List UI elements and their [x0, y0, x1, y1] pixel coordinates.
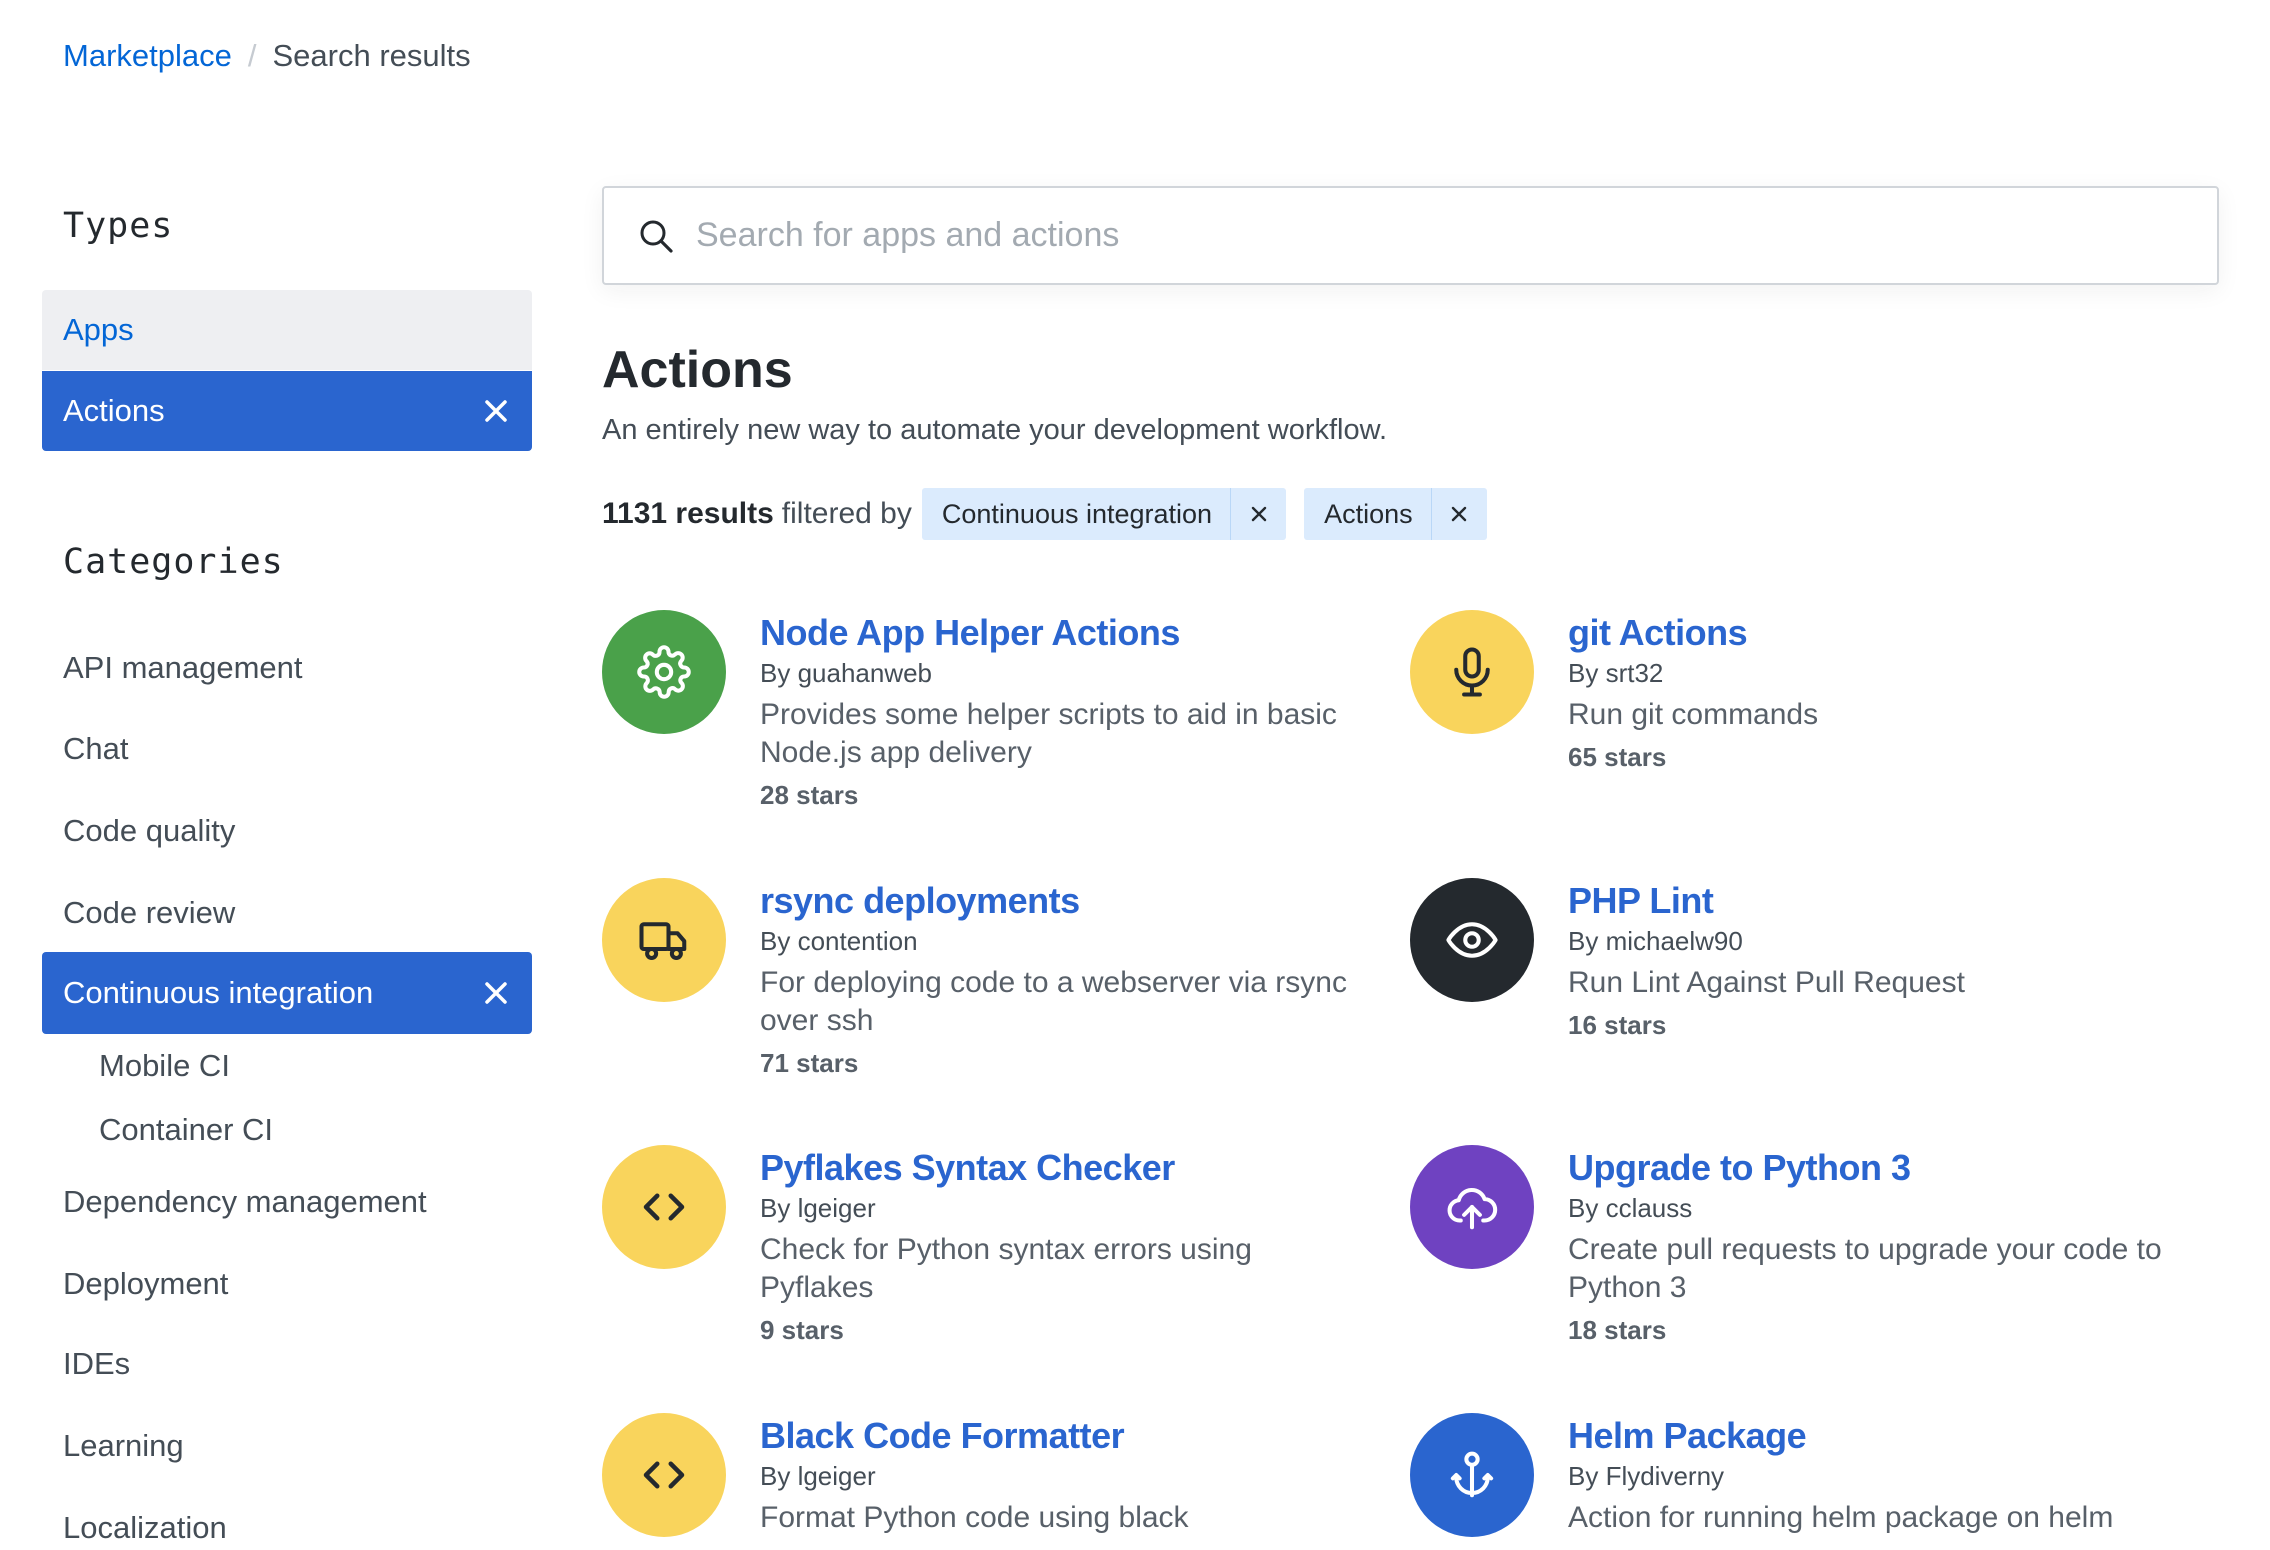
breadcrumb: Marketplace / Search results [63, 38, 471, 74]
action-stars: 18 stars [1568, 1315, 1667, 1345]
action-badge [1410, 610, 1534, 734]
action-description: Action for running helm package on helm [1568, 1501, 2114, 1534]
category-localization[interactable]: Localization [63, 1510, 227, 1546]
action-title[interactable]: Helm Package [1568, 1415, 2178, 1457]
category-chat[interactable]: Chat [63, 731, 128, 767]
action-author: By contention [760, 926, 918, 956]
remove-filter-button[interactable] [1430, 488, 1487, 540]
action-stars: 28 stars [760, 780, 859, 810]
action-badge [602, 610, 726, 734]
action-badge [1410, 878, 1534, 1002]
action-description: Run git commands [1568, 698, 1819, 731]
category-mobile-ci[interactable]: Mobile CI [99, 1048, 230, 1084]
type-item-apps[interactable]: Apps [42, 290, 532, 370]
category-code-review[interactable]: Code review [63, 895, 235, 931]
filter-chip-label: Actions [1324, 498, 1413, 529]
results-summary: 1131 results filtered by Continuous inte… [602, 488, 1487, 540]
categories-heading: Categories [63, 542, 284, 582]
breadcrumb-separator: / [247, 38, 257, 73]
action-author: By Flydiverny [1568, 1461, 1725, 1491]
close-icon [1251, 506, 1266, 522]
action-badge [602, 1145, 726, 1269]
action-description: Create pull requests to upgrade your cod… [1568, 1233, 2162, 1304]
action-title[interactable]: Upgrade to Python 3 [1568, 1147, 2178, 1189]
action-title[interactable]: PHP Lint [1568, 880, 2178, 922]
action-badge [1410, 1145, 1534, 1269]
cloud-upload-icon [1447, 1188, 1498, 1230]
action-title[interactable]: Pyflakes Syntax Checker [760, 1147, 1370, 1189]
action-title[interactable]: Black Code Formatter [760, 1415, 1370, 1457]
truck-icon [639, 922, 687, 961]
category-learning[interactable]: Learning [63, 1428, 184, 1464]
category-deployment[interactable]: Deployment [63, 1266, 228, 1302]
category-continuous-integration[interactable]: Continuous integration [42, 952, 532, 1034]
filter-chip-actions: Actions [1304, 488, 1487, 540]
close-icon[interactable] [482, 397, 510, 425]
action-description: For deploying code to a webserver via rs… [760, 966, 1347, 1037]
type-item-label: Apps [63, 312, 134, 347]
action-title[interactable]: rsync deployments [760, 880, 1370, 922]
category-container-ci[interactable]: Container CI [99, 1112, 273, 1148]
category-api-management[interactable]: API management [63, 650, 303, 686]
types-heading: Types [63, 206, 174, 246]
action-author: By cclauss [1568, 1193, 1693, 1223]
action-badge [602, 1413, 726, 1537]
action-description: Format Python code using black [760, 1501, 1189, 1534]
action-title[interactable]: git Actions [1568, 612, 2178, 654]
breadcrumb-current: Search results [272, 38, 471, 73]
action-description: Check for Python syntax errors using Pyf… [760, 1233, 1252, 1304]
search-icon [640, 220, 673, 253]
code-icon [643, 1461, 685, 1489]
type-item-label: Actions [63, 393, 165, 428]
page-subtitle: An entirely new way to automate your dev… [602, 414, 1388, 446]
gear-icon [637, 645, 691, 699]
microphone-icon [1454, 647, 1490, 697]
category-label: Continuous integration [63, 975, 374, 1010]
action-title[interactable]: Node App Helper Actions [760, 612, 1370, 654]
results-count: 1131 results [602, 497, 774, 530]
search-box[interactable] [602, 186, 2219, 285]
action-stars: 9 stars [760, 1315, 844, 1345]
filter-chip-label: Continuous integration [941, 498, 1213, 529]
category-dependency-management[interactable]: Dependency management [63, 1184, 427, 1220]
action-description: Provides some helper scripts to aid in b… [760, 698, 1337, 769]
code-icon [643, 1193, 685, 1221]
page-title: Actions [602, 341, 793, 399]
action-badge [1410, 1413, 1534, 1537]
action-author: By lgeiger [760, 1461, 876, 1491]
action-badge [602, 878, 726, 1002]
breadcrumb-marketplace-link[interactable]: Marketplace [63, 38, 232, 74]
action-author: By lgeiger [760, 1193, 876, 1223]
remove-filter-button[interactable] [1230, 488, 1286, 540]
action-stars: 71 stars [760, 1048, 859, 1078]
action-author: By michaelw90 [1568, 926, 1743, 956]
close-icon [1451, 506, 1467, 522]
category-ides[interactable]: IDEs [63, 1346, 130, 1382]
close-icon[interactable] [482, 979, 510, 1007]
category-code-quality[interactable]: Code quality [63, 813, 235, 849]
anchor-icon [1450, 1451, 1494, 1498]
type-item-actions[interactable]: Actions [42, 371, 532, 451]
action-stars: 16 stars [1568, 1010, 1667, 1040]
filtered-by-label: filtered by [781, 497, 912, 530]
action-author: By guahanweb [760, 658, 933, 688]
filter-chip-continuous-integration: Continuous integration [921, 488, 1287, 540]
action-stars: 65 stars [1568, 742, 1667, 772]
eye-icon [1446, 922, 1498, 958]
search-input[interactable] [694, 215, 2098, 256]
action-description: Run Lint Against Pull Request [1568, 966, 1965, 999]
action-author: By srt32 [1568, 658, 1664, 688]
